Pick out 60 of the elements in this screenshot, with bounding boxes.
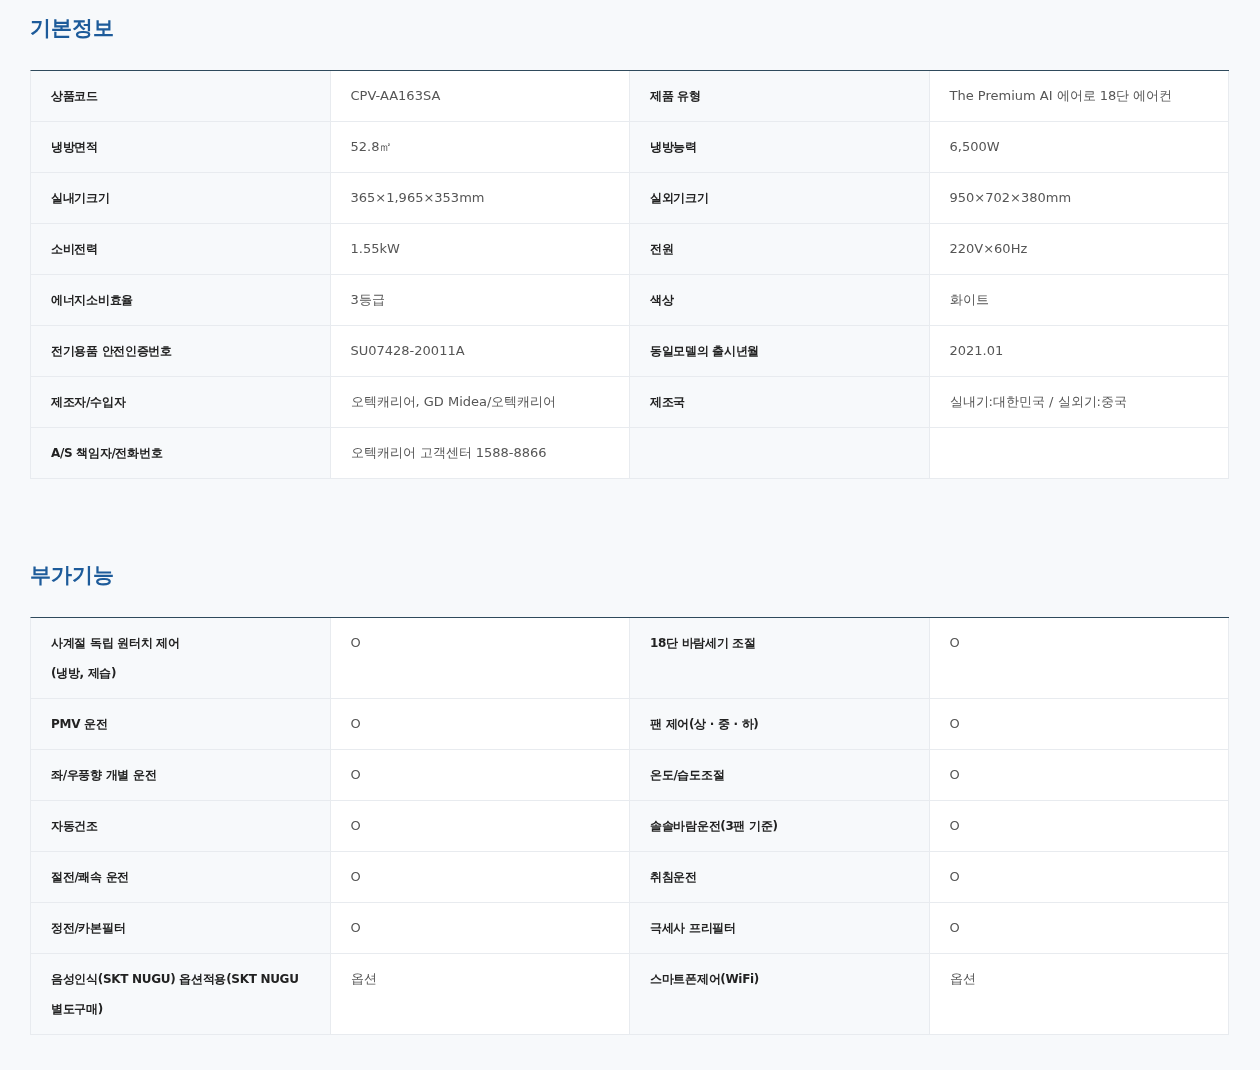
value-cell: 3등급 bbox=[330, 275, 630, 326]
section-title: 기본정보 bbox=[30, 15, 115, 42]
label-cell: 실내기크기 bbox=[31, 173, 331, 224]
value-cell: 옵션 bbox=[929, 954, 1229, 1035]
value-cell: O bbox=[330, 618, 630, 699]
value-cell: 220V×60Hz bbox=[929, 224, 1229, 275]
label-cell: 전원 bbox=[630, 224, 930, 275]
value-cell: O bbox=[330, 750, 630, 801]
label-cell: 제조국 bbox=[630, 377, 930, 428]
value-cell: CPV-AA163SA bbox=[330, 71, 630, 122]
value-cell: O bbox=[330, 852, 630, 903]
label-cell: 냉방면적 bbox=[31, 122, 331, 173]
label-cell: 음성인식(SKT NUGU) 옵션적용(SKT NUGU 별도구매) bbox=[31, 954, 331, 1035]
section-title: 부가기능 bbox=[30, 562, 115, 589]
value-cell: O bbox=[330, 801, 630, 852]
value-cell: O bbox=[929, 618, 1229, 699]
value-cell: 2021.01 bbox=[929, 326, 1229, 377]
label-cell: 실외기크기 bbox=[630, 173, 930, 224]
label-cell: 솔솔바람운전(3팬 기준) bbox=[630, 801, 930, 852]
value-cell: O bbox=[330, 699, 630, 750]
label-cell: A/S 책임자/전화번호 bbox=[31, 428, 331, 479]
value-cell: O bbox=[929, 699, 1229, 750]
label-cell: 동일모델의 출시년월 bbox=[630, 326, 930, 377]
value-cell: 950×702×380mm bbox=[929, 173, 1229, 224]
value-cell: 화이트 bbox=[929, 275, 1229, 326]
label-cell: 제조자/수입자 bbox=[31, 377, 331, 428]
label-cell: 자동건조 bbox=[31, 801, 331, 852]
label-cell: 소비전력 bbox=[31, 224, 331, 275]
label-cell: 에너지소비효율 bbox=[31, 275, 331, 326]
label-cell: 정전/카본필터 bbox=[31, 903, 331, 954]
value-cell: The Premium AI 에어로 18단 에어컨 bbox=[929, 71, 1229, 122]
label-cell: 냉방능력 bbox=[630, 122, 930, 173]
value-cell: O bbox=[929, 801, 1229, 852]
value-cell: SU07428-20011A bbox=[330, 326, 630, 377]
label-cell: 절전/쾌속 운전 bbox=[31, 852, 331, 903]
value-cell: 52.8㎡ bbox=[330, 122, 630, 173]
value-cell: O bbox=[330, 903, 630, 954]
value-cell: 6,500W bbox=[929, 122, 1229, 173]
label-cell: 온도/습도조절 bbox=[630, 750, 930, 801]
value-cell: 오텍캐리어 고객센터 1588-8866 bbox=[330, 428, 630, 479]
value-cell: O bbox=[929, 852, 1229, 903]
label-cell: 취침운전 bbox=[630, 852, 930, 903]
label-cell: 제품 유형 bbox=[630, 71, 930, 122]
label-cell: 18단 바람세기 조절 bbox=[630, 618, 930, 699]
label-cell: 전기용품 안전인증번호 bbox=[31, 326, 331, 377]
label-cell: 극세사 프리필터 bbox=[630, 903, 930, 954]
label-cell: 팬 제어(상 · 중 · 하) bbox=[630, 699, 930, 750]
label-cell: 상품코드 bbox=[31, 71, 331, 122]
label-cell: 스마트폰제어(WiFi) bbox=[630, 954, 930, 1035]
value-cell: 1.55kW bbox=[330, 224, 630, 275]
label-cell: 사계절 독립 원터치 제어 (냉방, 제습) bbox=[31, 618, 331, 699]
value-cell: 오텍캐리어, GD Midea/오텍캐리어 bbox=[330, 377, 630, 428]
value-cell: 옵션 bbox=[330, 954, 630, 1035]
value-cell: O bbox=[929, 750, 1229, 801]
label-cell: PMV 운전 bbox=[31, 699, 331, 750]
label-cell: 좌/우풍향 개별 운전 bbox=[31, 750, 331, 801]
value-cell: 실내기:대한민국 / 실외기:중국 bbox=[929, 377, 1229, 428]
label-cell: 색상 bbox=[630, 275, 930, 326]
value-cell: O bbox=[929, 903, 1229, 954]
value-cell: 365×1,965×353mm bbox=[330, 173, 630, 224]
